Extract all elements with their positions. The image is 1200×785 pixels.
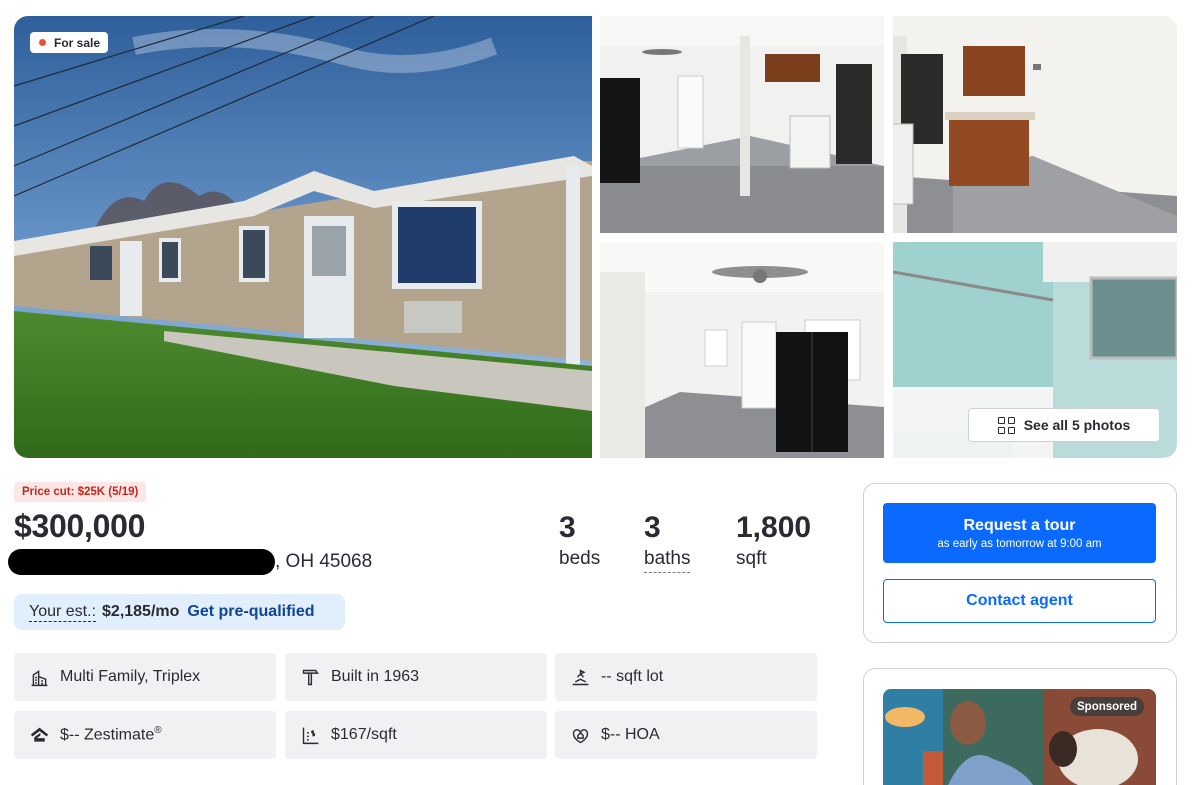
- hoa-icon: [572, 728, 589, 743]
- price: $300,000: [14, 508, 146, 544]
- estimate-value: $2,185/mo: [102, 603, 180, 620]
- contact-agent-button[interactable]: Contact agent: [883, 579, 1156, 623]
- photo-thumbnail-1[interactable]: [600, 16, 884, 233]
- status-badge: For sale: [30, 32, 109, 53]
- hammer-icon: [302, 669, 319, 685]
- fact-lot-size: -- sqft lot: [555, 653, 817, 701]
- lot-icon: [572, 668, 589, 685]
- fact-year-built: Built in 1963: [285, 653, 547, 701]
- price-cut-badge: Price cut: $25K (5/19): [14, 482, 147, 502]
- estimate-label[interactable]: Your est.:: [29, 603, 97, 622]
- building-icon: [31, 669, 48, 686]
- baths-stat[interactable]: 3 baths: [644, 510, 691, 573]
- address: , OH 45068: [8, 549, 372, 575]
- sqft-stat: 1,800 sqft: [736, 511, 812, 569]
- fact-zestimate[interactable]: $-- Zestimate®: [14, 711, 276, 759]
- fact-hoa: $-- HOA: [555, 711, 817, 759]
- sponsored-badge: Sponsored: [1070, 697, 1145, 716]
- photo-thumbnail-2[interactable]: [893, 16, 1177, 233]
- fact-home-type: Multi Family, Triplex: [14, 653, 276, 701]
- payment-estimate: Your est.: $2,185/mo Get pre-qualified: [14, 594, 345, 630]
- main-photo[interactable]: [14, 16, 592, 458]
- see-all-photos-button[interactable]: See all 5 photos: [968, 408, 1160, 442]
- request-tour-button[interactable]: Request a tour as early as tomorrow at 9…: [883, 503, 1156, 563]
- address-city-zip: , OH 45068: [275, 551, 373, 572]
- get-prequalified-link[interactable]: Get pre-qualified: [187, 603, 314, 621]
- fact-price-per-sqft: $167/sqft: [285, 711, 547, 759]
- beds-stat: 3 beds: [559, 511, 601, 569]
- redacted-street-address: [8, 549, 275, 575]
- status-dot-icon: [39, 39, 46, 46]
- zestimate-icon: [30, 727, 49, 742]
- grid-icon: [997, 416, 1015, 434]
- photo-thumbnail-3[interactable]: [600, 242, 884, 458]
- price-per-sqft-icon: [302, 727, 319, 744]
